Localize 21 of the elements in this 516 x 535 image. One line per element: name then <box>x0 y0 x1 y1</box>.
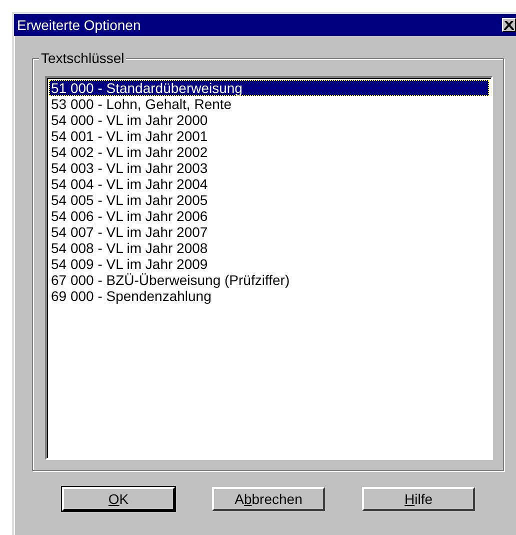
list-item[interactable]: 54 007 - VL im Jahr 2007 <box>49 224 489 240</box>
window-title: Erweiterte Optionen <box>17 17 141 33</box>
list-item[interactable]: 54 008 - VL im Jahr 2008 <box>49 240 489 256</box>
list-item[interactable]: 54 002 - VL im Jahr 2002 <box>49 144 489 160</box>
list-item[interactable]: 54 003 - VL im Jahr 2003 <box>49 160 489 176</box>
list-item[interactable]: 54 006 - VL im Jahr 2006 <box>49 208 489 224</box>
dialog-button[interactable]: Hilfe <box>362 487 475 511</box>
list-item[interactable]: 69 000 - Spendenzahlung <box>49 288 489 304</box>
dialog-button[interactable]: Abbrechen <box>212 487 325 511</box>
close-icon <box>504 20 514 30</box>
list-item[interactable]: 54 000 - VL im Jahr 2000 <box>49 112 489 128</box>
list-item[interactable]: 53 000 - Lohn, Gehalt, Rente <box>49 96 489 112</box>
list-item[interactable]: 54 005 - VL im Jahr 2005 <box>49 192 489 208</box>
list-item[interactable]: 54 001 - VL im Jahr 2001 <box>49 128 489 144</box>
list-item[interactable]: 54 009 - VL im Jahr 2009 <box>49 256 489 272</box>
group-label: Textschlüssel <box>39 50 126 66</box>
list-item[interactable]: 54 004 - VL im Jahr 2004 <box>49 176 489 192</box>
list-item[interactable]: 51 000 - Standardüberweisung <box>49 80 489 96</box>
list-item[interactable]: 67 000 - BZÜ-Überweisung (Prüfziffer) <box>49 272 489 288</box>
dialog-button[interactable]: OK <box>62 487 175 511</box>
close-button[interactable] <box>502 18 516 32</box>
